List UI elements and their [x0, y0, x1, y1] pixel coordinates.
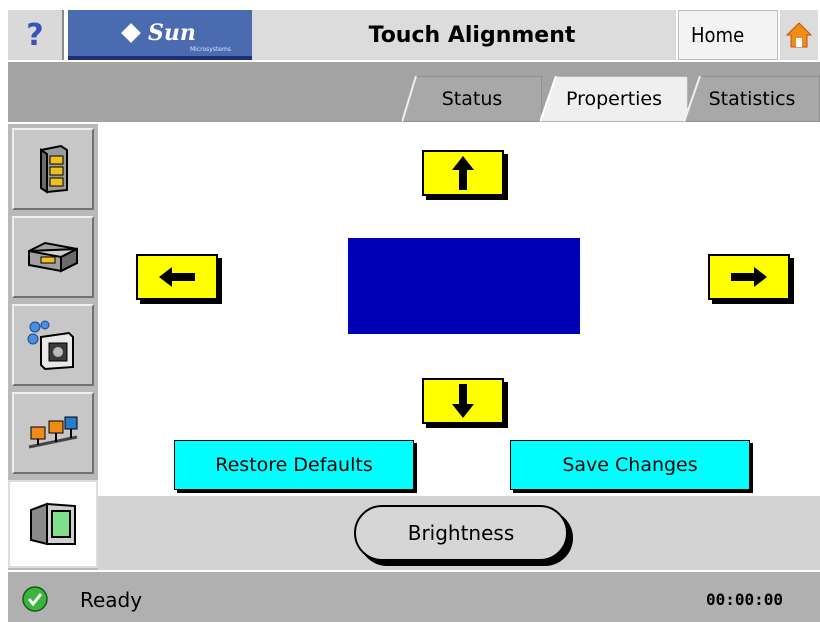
- brightness-button[interactable]: Brightness: [354, 505, 568, 561]
- save-changes-label: Save Changes: [562, 454, 698, 476]
- save-changes-button[interactable]: Save Changes: [510, 440, 750, 490]
- status-clock: 00:00:00: [706, 590, 784, 609]
- move-left-button[interactable]: [136, 254, 218, 300]
- home-label: Home: [691, 23, 745, 47]
- alignment-target[interactable]: [348, 238, 580, 334]
- help-button[interactable]: ?: [8, 10, 64, 60]
- tab-properties[interactable]: Properties: [540, 76, 688, 122]
- sidebar-item-storage[interactable]: [12, 216, 94, 298]
- sidebar-item-network[interactable]: [12, 392, 94, 474]
- tab-status[interactable]: Status: [402, 76, 542, 122]
- tape-drive-icon: [28, 241, 78, 273]
- status-text: Ready: [80, 588, 143, 612]
- arrow-down-icon: [452, 384, 474, 418]
- sun-diamond-icon: [121, 23, 141, 43]
- move-down-button[interactable]: [422, 378, 504, 424]
- home-button[interactable]: Home: [678, 10, 778, 60]
- move-right-button[interactable]: [708, 254, 790, 300]
- sidebar-item-devices[interactable]: [12, 304, 94, 386]
- home-icon[interactable]: [780, 10, 818, 60]
- tab-statistics[interactable]: Statistics: [684, 76, 820, 122]
- logo-subtext: Microsystems: [190, 46, 231, 53]
- arrow-up-icon: [452, 156, 474, 190]
- monitor-display-icon: [30, 502, 76, 546]
- move-up-button[interactable]: [422, 150, 504, 196]
- page-title: Touch Alignment: [368, 22, 576, 48]
- tab-status-label: Status: [441, 88, 503, 110]
- arrow-right-icon: [731, 267, 767, 287]
- network-nodes-icon: [28, 416, 78, 449]
- sidebar-item-server[interactable]: [12, 128, 94, 210]
- tab-statistics-label: Statistics: [708, 88, 796, 110]
- server-rack-icon: [40, 144, 68, 194]
- device-bubbles-icon: [27, 320, 74, 371]
- check-ok-icon: [22, 586, 48, 612]
- sidebar-item-display[interactable]: [8, 480, 98, 568]
- arrow-left-icon: [159, 267, 195, 287]
- restore-defaults-label: Restore Defaults: [215, 454, 373, 476]
- sun-logo: Sun Microsystems: [68, 10, 252, 60]
- brightness-label: Brightness: [407, 521, 515, 545]
- help-icon: ?: [26, 17, 44, 53]
- logo-text: Sun: [148, 20, 196, 46]
- restore-defaults-button[interactable]: Restore Defaults: [174, 440, 414, 490]
- tab-properties-label: Properties: [565, 88, 663, 110]
